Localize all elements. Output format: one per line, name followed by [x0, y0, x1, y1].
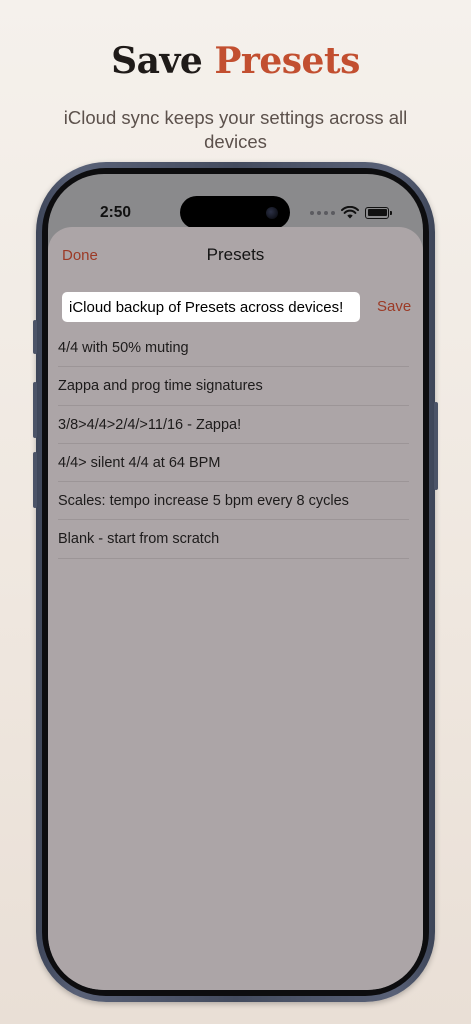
preset-item[interactable]: Scales: tempo increase 5 bpm every 8 cyc… — [58, 482, 409, 521]
front-camera — [266, 207, 278, 219]
status-icons — [310, 206, 392, 219]
headline-word-save: Save — [111, 40, 203, 82]
volume-up-button — [33, 382, 37, 438]
preset-item[interactable]: 4/4 with 50% muting — [58, 329, 409, 368]
status-time: 2:50 — [100, 204, 132, 221]
preset-name-input[interactable] — [62, 292, 360, 322]
preset-list: 4/4 with 50% muting Zappa and prog time … — [48, 329, 423, 559]
status-bar: 2:50 — [48, 174, 423, 230]
dynamic-island — [180, 196, 290, 229]
preset-item[interactable]: Blank - start from scratch — [58, 520, 409, 559]
sheet-nav-bar: Done Presets — [48, 227, 423, 283]
preset-name-row: Save — [48, 289, 423, 329]
power-button — [434, 402, 438, 490]
preset-item[interactable]: Zappa and prog time signatures — [58, 367, 409, 406]
battery-icon — [365, 206, 392, 219]
preset-item[interactable]: 3/8>4/4>2/4/>11/16 - Zappa! — [58, 406, 409, 444]
volume-down-button — [33, 452, 37, 508]
presets-sheet: Done Presets Save 4/4 with 50% muting Za… — [48, 227, 423, 990]
action-button — [33, 320, 37, 354]
sheet-title: Presets — [206, 245, 265, 264]
phone-screen: 2:50 Done Presets Save — [48, 174, 423, 990]
headline-word-presets: Presets — [214, 40, 360, 82]
save-button[interactable]: Save — [377, 298, 411, 315]
preset-item[interactable]: 4/4> silent 4/4 at 64 BPM — [58, 444, 409, 483]
cellular-signal-icon — [310, 210, 335, 215]
phone-frame: 2:50 Done Presets Save — [33, 162, 438, 1002]
subheadline: iCloud sync keeps your settings across a… — [63, 107, 408, 152]
headline: Save Presets — [0, 40, 471, 82]
wifi-icon — [341, 206, 359, 219]
